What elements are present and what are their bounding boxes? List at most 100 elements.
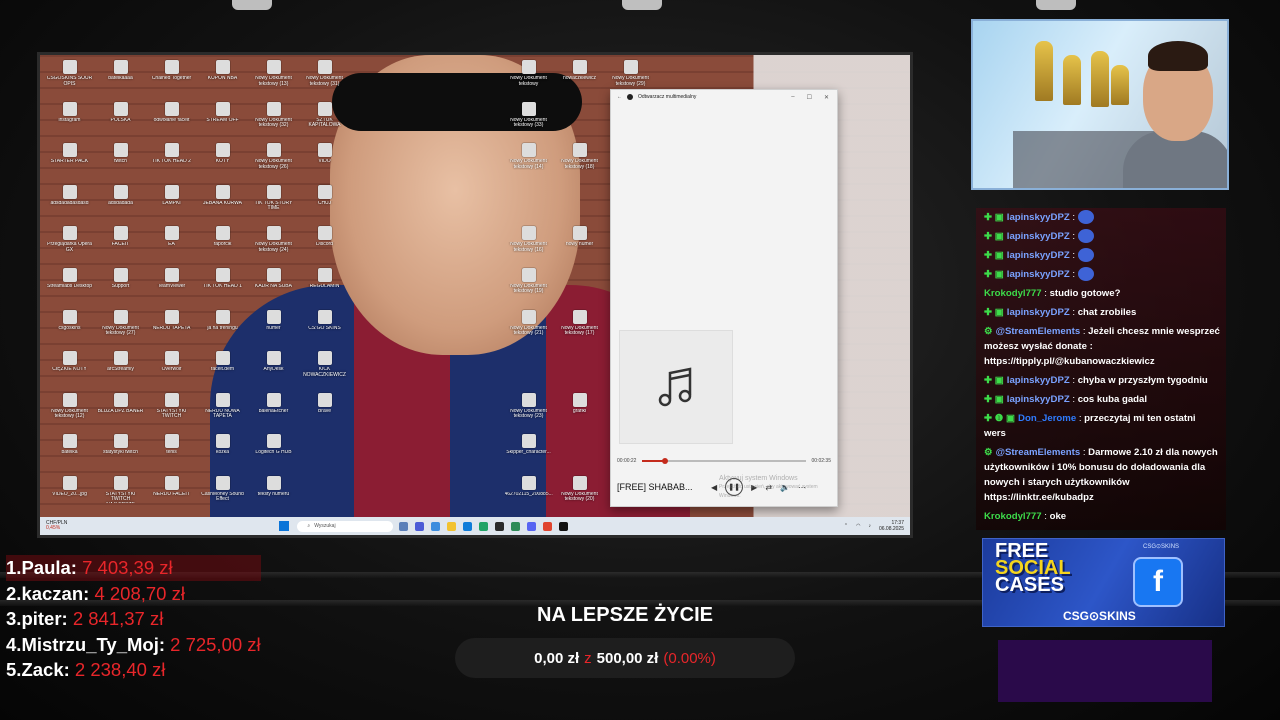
chat-username[interactable]: Krokodyl777 <box>984 511 1042 522</box>
taskbar-app-icon[interactable] <box>495 521 505 531</box>
desktop-icon[interactable]: Nowy Dokument tekstowy (20) <box>554 473 605 515</box>
chat-username[interactable]: lapinskyyDPZ <box>1007 212 1070 223</box>
desktop-icon[interactable]: statystyki twitch <box>95 431 146 473</box>
player-titlebar[interactable]: ← Odtwarzacz multimedialny – ☐ ✕ <box>611 90 837 104</box>
system-tray[interactable]: ⌃ ◠ ♪ 17:37 06.08.2025 <box>844 520 904 532</box>
previous-icon[interactable]: ◀ <box>711 483 717 492</box>
desktop-icon[interactable]: batelka <box>44 431 95 473</box>
desktop-icon[interactable]: instagram <box>44 99 95 141</box>
desktop-icon[interactable]: batelkaaaa <box>95 57 146 99</box>
desktop-icon[interactable]: Nowy Dokument tekstowy (24) <box>248 223 299 265</box>
desktop-icon[interactable]: Streamlabs Desktop <box>44 265 95 307</box>
desktop-icon[interactable]: Nowy Dokument tekstowy (12) <box>44 390 95 432</box>
chat-username[interactable]: lapinskyyDPZ <box>1007 231 1070 242</box>
chat-username[interactable]: lapinskyyDPZ <box>1007 394 1070 405</box>
close-icon[interactable]: ✕ <box>824 94 829 101</box>
desktop-icon[interactable]: VIDO <box>299 140 350 182</box>
desktop-icon[interactable]: nowy numer <box>554 223 605 265</box>
desktop-icon[interactable]: Nowy Dokument tekstowy (17) <box>554 307 605 349</box>
chat-username[interactable]: @StreamElements <box>996 447 1081 458</box>
minimize-icon[interactable]: – <box>791 94 794 101</box>
chat-username[interactable]: lapinskyyDPZ <box>1007 250 1070 261</box>
desktop-icon[interactable]: EA <box>146 223 197 265</box>
desktop-icon[interactable]: Nowy Dokument tekstowy (13) <box>248 57 299 99</box>
seek-bar[interactable] <box>642 458 806 464</box>
desktop-icon[interactable]: Support <box>95 265 146 307</box>
desktop-icon[interactable]: nowaczkiewicz <box>554 57 605 99</box>
desktop-icon[interactable]: Chained Together <box>146 57 197 99</box>
desktop-icon[interactable]: Nowy Dokument tekstowy (26) <box>248 140 299 182</box>
desktop-icon[interactable]: NERDU NOWA TAPETA <box>197 390 248 432</box>
taskbar-app-icon[interactable] <box>527 521 537 531</box>
clock[interactable]: 17:37 06.08.2025 <box>879 520 904 532</box>
desktop-icon[interactable]: Nowy Dokument tekstowy (27) <box>95 307 146 349</box>
taskbar-app-icon[interactable] <box>463 521 473 531</box>
desktop-icon[interactable]: Nowy Dokument tekstowy (33) <box>503 99 554 141</box>
desktop-icon[interactable]: JEBANA KURWA <box>197 182 248 224</box>
start-button-icon[interactable] <box>279 521 290 531</box>
taskbar-app-icon[interactable] <box>543 521 553 531</box>
taskbar-app-icon[interactable] <box>479 521 489 531</box>
desktop-icon[interactable]: LAMPKI <box>146 182 197 224</box>
desktop-icon[interactable]: ja na treningu <box>197 307 248 349</box>
desktop-icon[interactable]: Discord <box>299 223 350 265</box>
desktop-icon[interactable]: Nowy Dokument tekstowy (21) <box>503 307 554 349</box>
desktop-icon[interactable]: Nowy Dokument tekstowy (31) <box>299 57 350 99</box>
desktop-icon[interactable]: POLSKA <box>95 99 146 141</box>
desktop-icon[interactable]: adsdadada <box>95 182 146 224</box>
desktop-icon[interactable]: twitch <box>95 140 146 182</box>
maximize-icon[interactable]: ☐ <box>807 94 812 101</box>
desktop-icon[interactable]: STATYSTYKI TWITCH NAJLEPSZE <box>95 473 146 515</box>
csgoskins-promo-banner[interactable]: FREE SOCIAL CASES f CSG⊙SKINS CSG⊙SKINS <box>982 538 1225 627</box>
desktop-icon[interactable]: Nowy Dokument tekstowy (14) <box>503 140 554 182</box>
desktop-icon[interactable]: TIK TOK STORY TIME <box>248 182 299 224</box>
desktop-icon[interactable]: faceit.dem <box>197 348 248 390</box>
desktop-icon[interactable]: Brave <box>299 390 350 432</box>
chat-username[interactable]: Don_Jerome <box>1018 413 1076 424</box>
desktop-icon[interactable]: adsdadadasdasd <box>44 182 95 224</box>
desktop-icon[interactable]: balenaEtcher <box>248 390 299 432</box>
desktop-icon[interactable]: CS:GO SKINS <box>299 307 350 349</box>
chat-username[interactable]: lapinskyyDPZ <box>1007 375 1070 386</box>
desktop-icon[interactable]: Skipper_character... <box>503 431 554 473</box>
speaker-icon[interactable]: ♪ <box>868 523 871 529</box>
desktop-icon[interactable]: Nowy Dokument tekstowy (16) <box>503 223 554 265</box>
desktop-icon[interactable]: TIK TOK HEAD 2 <box>146 140 197 182</box>
taskbar-app-icon[interactable] <box>399 521 409 531</box>
wifi-icon[interactable]: ◠ <box>856 523 860 529</box>
desktop-icon[interactable]: CHUJ <box>299 182 350 224</box>
taskbar-search[interactable]: ⌕ Wyszukaj <box>297 520 394 532</box>
chat-username[interactable]: @StreamElements <box>996 326 1081 337</box>
desktop-icon[interactable]: Nowy Dokument tekstowy (19) <box>503 265 554 307</box>
desktop-icon[interactable]: Nowy Dokument tekstowy (32) <box>248 99 299 141</box>
desktop-icon[interactable]: STATYSTYKI TWITCH <box>146 390 197 432</box>
desktop-icon[interactable]: TIK TOK HEAD 1 <box>197 265 248 307</box>
taskbar-app-icon[interactable] <box>447 521 457 531</box>
playback-timeline[interactable]: 00:00:22 00:02:35 <box>617 458 831 464</box>
back-arrow-icon[interactable]: ← <box>617 94 622 100</box>
taskbar-app-icon[interactable] <box>511 521 521 531</box>
desktop-icon[interactable]: Przeglądarka Opera GX <box>44 223 95 265</box>
desktop-icon[interactable]: REGULAMIN <box>299 265 350 307</box>
desktop-icon[interactable]: arcStreamly <box>95 348 146 390</box>
desktop-icon[interactable]: teksty numeru <box>248 473 299 515</box>
chat-username[interactable]: lapinskyyDPZ <box>1007 307 1070 318</box>
desktop-icon[interactable]: TeamViewer <box>146 265 197 307</box>
taskbar-app-icon[interactable] <box>431 521 441 531</box>
desktop-icon[interactable]: kozka <box>197 431 248 473</box>
taskbar-app-icon[interactable] <box>559 521 569 531</box>
desktop-icon[interactable]: odwołanie faceit <box>146 99 197 141</box>
desktop-icon[interactable]: FACEIT <box>95 223 146 265</box>
tray-chevron-icon[interactable]: ⌃ <box>844 523 848 529</box>
chat-username[interactable]: Krokodyl777 <box>984 288 1042 299</box>
desktop-icon[interactable]: NERDU FACEIT <box>146 473 197 515</box>
desktop-icon[interactable]: KICK NOWACZKIEWICZ <box>299 348 350 390</box>
desktop-icon[interactable]: BLUZA DPZ BANER <box>95 390 146 432</box>
desktop-icon[interactable]: Nowy Dokument tekstowy (18) <box>554 140 605 182</box>
desktop-icon[interactable]: NERDU TAPETA <box>146 307 197 349</box>
desktop-icon[interactable]: CashMoney Sound Effect <box>197 473 248 515</box>
desktop-icon[interactable]: CIĘŻKIE KOTY <box>44 348 95 390</box>
chat-username[interactable]: lapinskyyDPZ <box>1007 269 1070 280</box>
desktop-icon[interactable]: STARTER PACK <box>44 140 95 182</box>
taskbar-app-icon[interactable] <box>415 521 425 531</box>
